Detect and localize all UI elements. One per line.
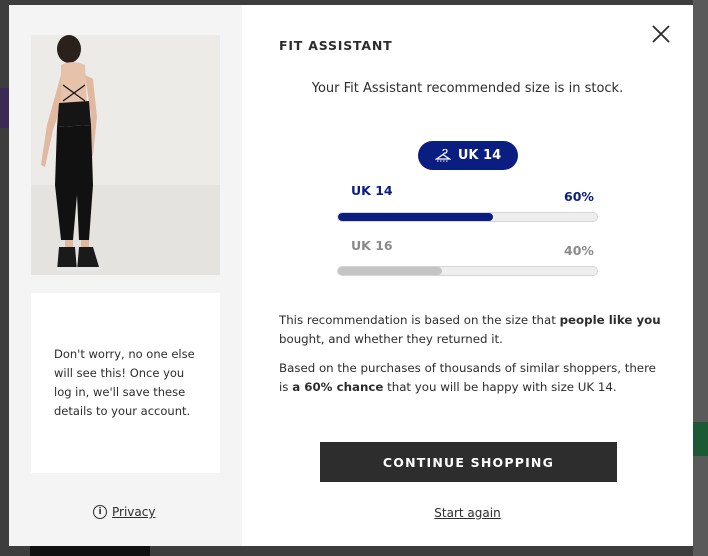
background-bottom-element [30, 546, 150, 556]
hanger-icon [434, 148, 451, 163]
modal-title: FIT ASSISTANT [279, 38, 393, 53]
modal-subtitle: Your Fit Assistant recommended size is i… [311, 81, 624, 96]
continue-shopping-button[interactable]: CONTINUE SHOPPING [320, 442, 617, 482]
size-probability-bar [337, 266, 598, 276]
background-green-button [693, 422, 708, 456]
recommendation-explanation: This recommendation is based on the size… [279, 313, 661, 346]
recommended-size-badge: UK 14 [418, 141, 518, 170]
left-panel: Don't worry, no one else will see this! … [9, 5, 242, 546]
background-right-edge [693, 0, 708, 556]
size-row-label: UK 16 [351, 238, 393, 253]
privacy-label: Privacy [112, 505, 156, 519]
info-icon: i [93, 505, 107, 519]
close-icon[interactable] [650, 23, 672, 45]
size-row-percent: 60% [564, 189, 594, 204]
fit-assistant-modal: Don't worry, no one else will see this! … [9, 5, 693, 546]
privacy-note-box: Don't worry, no one else will see this! … [31, 293, 220, 473]
size-row-percent: 40% [564, 243, 594, 258]
size-probability-bar [337, 212, 598, 222]
start-again-link[interactable]: Start again [242, 506, 693, 520]
size-row-label: UK 14 [351, 183, 393, 198]
chance-explanation: Based on the purchases of thousands of s… [279, 361, 656, 394]
privacy-note-text: Don't worry, no one else will see this! … [54, 347, 195, 418]
recommended-size-label: UK 14 [457, 148, 502, 163]
size-probability-fill [338, 213, 494, 221]
product-image [31, 35, 220, 275]
privacy-link[interactable]: i Privacy [93, 505, 155, 519]
size-probability-fill [338, 267, 442, 275]
